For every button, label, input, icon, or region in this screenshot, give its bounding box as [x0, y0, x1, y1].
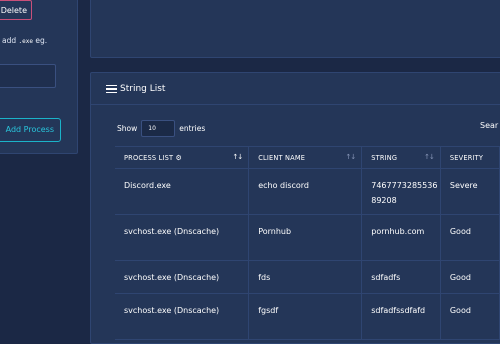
cell-client: Pornhub — [248, 214, 363, 261]
show-entries: Show 10 entries — [117, 120, 205, 137]
sort-arrows-icon: ↑↓ — [232, 153, 243, 161]
header-divider — [90, 104, 500, 105]
hint-prefix: add — [2, 36, 17, 45]
list-lines-icon — [106, 85, 117, 93]
cell-string: sdfadfs — [361, 260, 441, 294]
entries-label: entries — [179, 124, 206, 133]
string-table: PROCESS LIST ⚙ ↑↓ CLIENT NAME ↑↓ STRING … — [115, 146, 500, 340]
cell-severity: Severe — [440, 168, 500, 215]
gear-icon: ⚙ — [175, 153, 182, 162]
cell-client: fds — [248, 260, 363, 294]
column-process-list[interactable]: PROCESS LIST ⚙ ↑↓ — [115, 146, 250, 169]
table-row: svchost.exe (Dnscache) Pornhub pornhub.c… — [115, 214, 500, 261]
cell-process: svchost.exe (Dnscache) — [115, 260, 250, 294]
add-process-button[interactable]: Add Process — [0, 118, 61, 142]
sort-arrows-icon: ↑↓ — [345, 153, 357, 161]
cell-string: pornhub.com — [361, 214, 441, 261]
top-panel — [90, 0, 500, 58]
column-client-name[interactable]: CLIENT NAME ↑↓ — [248, 146, 363, 169]
cell-client: echo discord — [248, 168, 363, 215]
table-row: Discord.exe echo discord 746777328553689… — [115, 168, 500, 215]
cell-process: svchost.exe (Dnscache) — [115, 214, 250, 261]
column-string[interactable]: STRING ↑↓ — [361, 146, 441, 169]
column-severity[interactable]: SEVERITY — [440, 146, 500, 169]
process-name-input[interactable] — [0, 64, 56, 88]
delete-button[interactable]: Delete — [0, 0, 32, 20]
cell-severity: Good — [440, 260, 500, 294]
sort-arrows-icon: ↑↓ — [424, 153, 435, 161]
string-list-header: String List — [106, 84, 165, 94]
cell-string: 746777328553689208 — [361, 168, 441, 215]
hint-suffix: eg. — [35, 36, 48, 45]
cell-process: Discord.exe — [115, 168, 250, 215]
hint-code: .exe — [18, 38, 33, 45]
search-label: Sear — [480, 121, 499, 130]
cell-severity: Good — [440, 214, 500, 261]
show-label: Show — [117, 124, 138, 133]
string-list-title: String List — [120, 84, 166, 94]
table-row: svchost.exe (Dnscache) fds sdfadfs Good — [115, 260, 500, 294]
process-hint: add .exe eg. — [2, 36, 47, 45]
entries-select[interactable]: 10 — [141, 120, 176, 137]
table-header-row: PROCESS LIST ⚙ ↑↓ CLIENT NAME ↑↓ STRING … — [115, 146, 500, 169]
